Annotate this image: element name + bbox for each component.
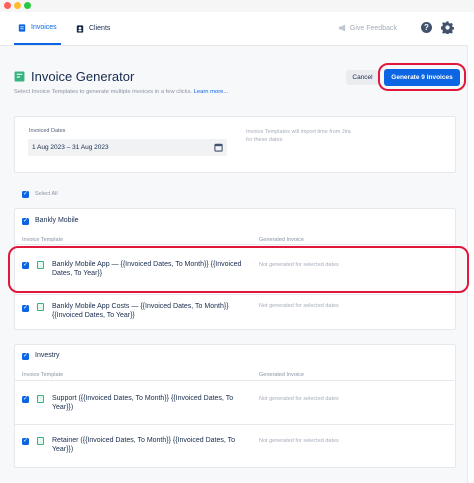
sheet-icon <box>37 303 44 311</box>
tab-invoices[interactable]: Invoices <box>14 12 61 45</box>
generate-button-highlight <box>378 63 466 91</box>
generated-status: Not generated for selected dates <box>259 438 339 444</box>
sheet-icon <box>14 71 25 82</box>
select-all-checkbox[interactable]: ✓ <box>22 191 29 198</box>
tab-invoices-label: Invoices <box>31 24 57 31</box>
learn-more-link[interactable]: Learn more... <box>194 89 228 95</box>
divider <box>14 380 454 381</box>
select-all-label: Select All <box>35 191 58 197</box>
generated-status: Not generated for selected dates <box>259 303 339 309</box>
clients-icon <box>76 24 84 33</box>
column-header-template: Invoice Template <box>22 237 64 243</box>
give-feedback-link[interactable]: Give Feedback <box>338 24 397 32</box>
group-checkbox-investry[interactable]: ✓ <box>22 353 29 360</box>
help-icon[interactable]: ? <box>421 22 432 33</box>
maximize-window-button[interactable] <box>24 2 31 9</box>
row-checkbox[interactable]: ✓ <box>22 438 29 445</box>
generated-status: Not generated for selected dates <box>259 396 339 402</box>
group-title-investry: Investry <box>35 352 60 359</box>
minimize-window-button[interactable] <box>14 2 21 9</box>
group-title-bankly-mobile: Bankly Mobile <box>35 217 79 224</box>
give-feedback-label: Give Feedback <box>349 24 397 32</box>
column-header-generated: Generated Invoice <box>259 237 304 243</box>
page-subtitle: Select Invoice Templates to generate mul… <box>14 89 228 95</box>
invoiced-dates-note: Invoice Templates will import time from … <box>246 129 351 143</box>
row-highlight <box>8 246 469 293</box>
page-title-text: Invoice Generator <box>31 69 135 84</box>
calendar-icon[interactable] <box>214 143 223 152</box>
page-subtitle-text: Select Invoice Templates to generate mul… <box>14 89 193 95</box>
invoiced-dates-label: Invoiced Dates <box>29 128 66 134</box>
template-name[interactable]: Bankly Mobile App Costs — {{Invoiced Dat… <box>52 302 252 321</box>
row-checkbox[interactable]: ✓ <box>22 305 29 312</box>
tab-clients-label: Clients <box>89 25 111 32</box>
divider <box>14 244 454 245</box>
megaphone-icon <box>338 24 346 32</box>
divider <box>14 294 454 295</box>
page-title: Invoice Generator <box>14 69 134 84</box>
template-name[interactable]: Support ({{Invoiced Dates, To Month}} {{… <box>52 394 252 413</box>
top-navigation: Invoices Clients Give Feedback ? <box>0 12 474 46</box>
row-checkbox[interactable]: ✓ <box>22 396 29 403</box>
invoice-icon <box>18 23 26 32</box>
template-name[interactable]: Retainer ({{Invoiced Dates, To Month}} {… <box>52 436 252 455</box>
group-checkbox-bankly-mobile[interactable]: ✓ <box>22 218 29 225</box>
invoiced-dates-value: 1 Aug 2023 – 31 Aug 2023 <box>32 144 109 151</box>
divider <box>14 424 454 425</box>
close-window-button[interactable] <box>4 2 11 9</box>
tab-clients[interactable]: Clients <box>76 12 110 45</box>
invoiced-dates-field[interactable]: 1 Aug 2023 – 31 Aug 2023 <box>28 139 227 156</box>
column-header-template: Invoice Template <box>22 372 64 378</box>
sheet-icon <box>37 395 44 403</box>
sheet-icon <box>37 437 44 445</box>
column-header-generated: Generated Invoice <box>259 372 304 378</box>
cancel-button[interactable]: Cancel <box>346 70 379 85</box>
gear-icon[interactable] <box>441 21 454 34</box>
